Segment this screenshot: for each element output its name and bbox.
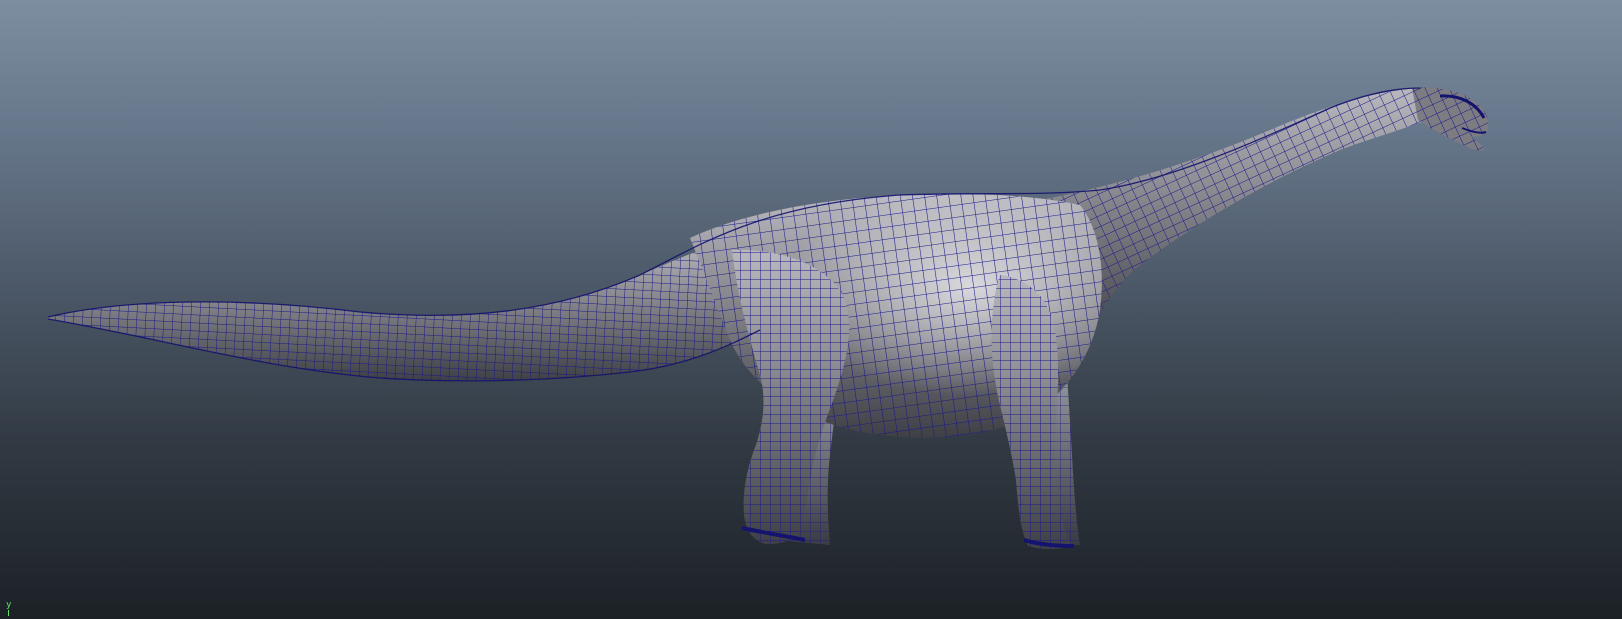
near-hind-leg — [732, 249, 850, 545]
maya-viewport[interactable]: y — [0, 0, 1622, 619]
tail — [48, 238, 760, 381]
axis-y-line — [8, 610, 9, 616]
axis-gizmo: y — [5, 601, 21, 617]
head — [1412, 87, 1489, 151]
dinosaur-model-icon[interactable] — [0, 0, 1622, 619]
axis-y-label: y — [6, 600, 12, 610]
